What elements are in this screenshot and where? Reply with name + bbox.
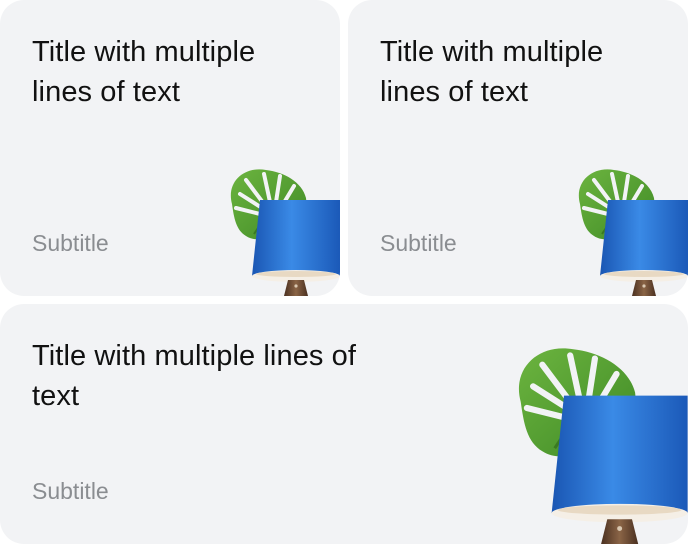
card-title: Title with multiple lines of text [380,36,604,108]
card[interactable]: Title with multiple lines of text Subtit… [348,0,688,296]
card-subtitle: Subtitle [380,230,457,256]
plant-and-lamp-icon [572,164,688,296]
card[interactable]: Title with multiple lines of text Subtit… [0,304,688,544]
card-title: Title with multiple lines of text [32,340,357,412]
plant-and-lamp-icon [224,164,340,296]
card-subtitle: Subtitle [32,478,109,504]
card[interactable]: Title with multiple lines of text Subtit… [0,0,340,296]
card-grid: Title with multiple lines of text Subtit… [0,0,688,544]
plant-and-lamp-icon [508,340,688,544]
card-title: Title with multiple lines of text [32,36,256,108]
card-subtitle: Subtitle [32,230,109,256]
